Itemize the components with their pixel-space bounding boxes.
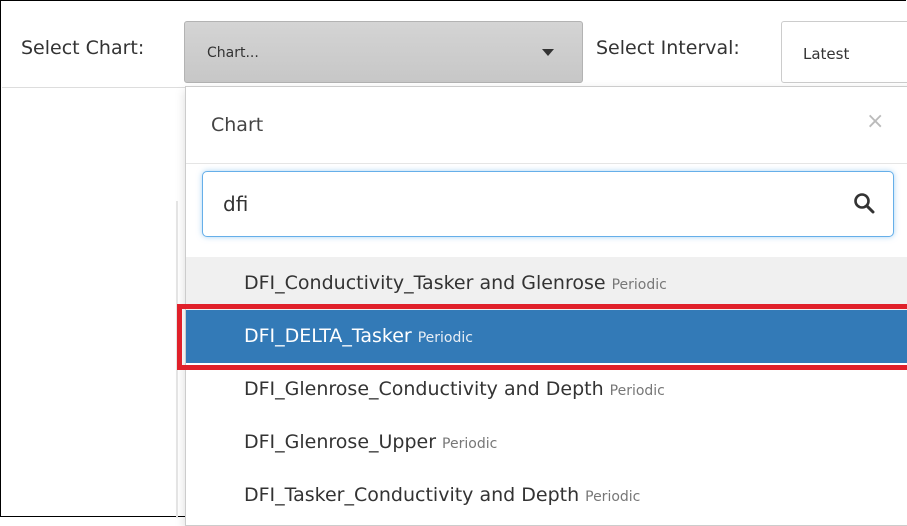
list-item-selected[interactable]: DFI_DELTA_Tasker Periodic <box>186 310 907 363</box>
select-interval-label: Select Interval: <box>596 37 740 59</box>
dropdown-title: Chart <box>211 114 264 136</box>
option-tag: Periodic <box>611 277 667 293</box>
options-list: DFI_Conductivity_Tasker and Glenrose Peri… <box>186 257 907 522</box>
search-box[interactable] <box>202 171 894 237</box>
chart-select-value: Chart... <box>207 45 259 61</box>
chart-select[interactable]: Chart... <box>184 21 583 83</box>
dropdown-header: Chart × <box>186 87 907 164</box>
list-item[interactable]: DFI_Conductivity_Tasker and Glenrose Peri… <box>186 257 907 310</box>
list-item[interactable]: DFI_Glenrose_Conductivity and Depth Perio… <box>186 363 907 416</box>
option-name: DFI_DELTA_Tasker <box>244 325 412 347</box>
option-tag: Periodic <box>585 489 641 505</box>
caret-down-icon <box>542 49 554 56</box>
option-name: DFI_Tasker_Conductivity and Depth <box>244 484 580 506</box>
option-name: DFI_Conductivity_Tasker and Glenrose <box>244 272 606 294</box>
list-item[interactable]: DFI_Glenrose_Upper Periodic <box>186 416 907 469</box>
option-tag: Periodic <box>609 383 665 399</box>
interval-select-value: Latest <box>803 45 850 63</box>
close-icon[interactable]: × <box>866 111 884 133</box>
search-input[interactable] <box>223 190 823 218</box>
select-chart-label: Select Chart: <box>21 37 145 59</box>
app-frame: Select Chart: Chart... Select Interval: … <box>0 0 907 526</box>
interval-select[interactable]: Latest <box>781 21 907 83</box>
option-tag: Periodic <box>417 330 473 346</box>
list-item[interactable]: DFI_Tasker_Conductivity and Depth Periodi… <box>186 469 907 522</box>
background-divider <box>176 201 178 518</box>
option-tag: Periodic <box>442 436 498 452</box>
option-name: DFI_Glenrose_Conductivity and Depth <box>244 378 604 400</box>
search-icon[interactable] <box>853 192 875 214</box>
chart-dropdown-panel: Chart × DFI_Conductivity_Tasker and Glen… <box>185 86 907 526</box>
option-name: DFI_Glenrose_Upper <box>244 431 437 453</box>
